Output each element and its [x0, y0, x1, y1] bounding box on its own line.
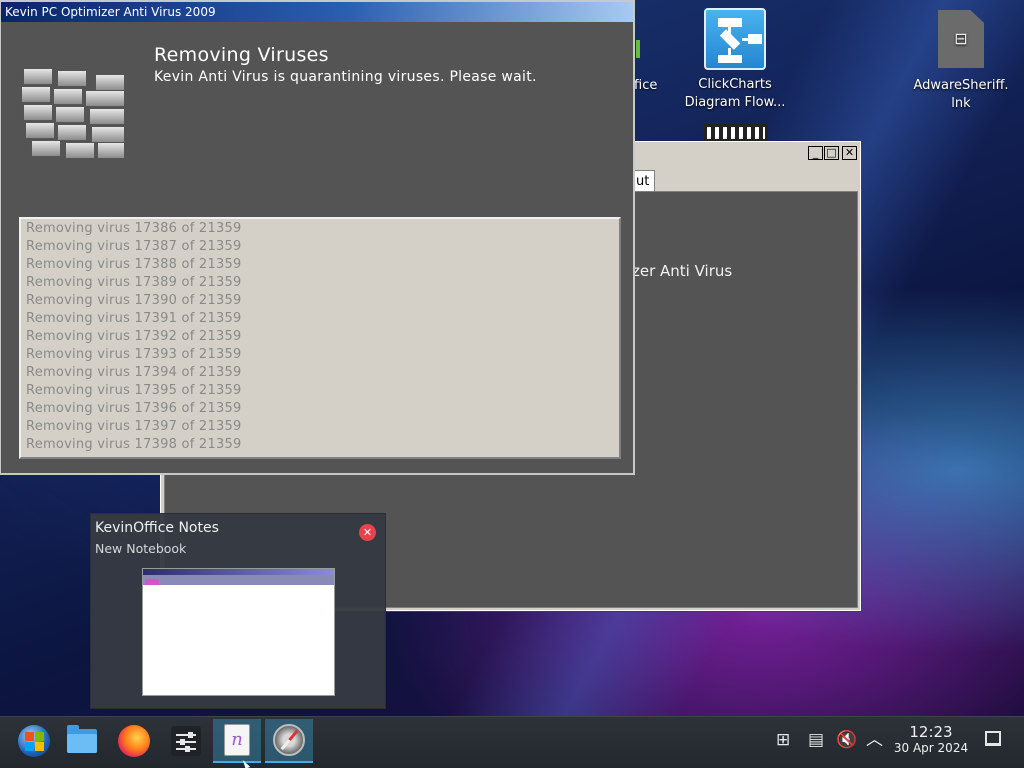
taskbar: n ⊞ ▤ 🔇 ︿ 12:23 30 Apr 2024 — [0, 716, 1024, 768]
chevron-up-icon[interactable]: ︿ — [866, 731, 883, 749]
log-line: Removing virus 17397 of 21359 — [26, 419, 242, 434]
preview-app-name: KevinOffice Notes — [95, 520, 219, 536]
notes-app-icon: n — [224, 724, 250, 756]
antivirus-window[interactable]: Kevin PC Optimizer Anti Virus 2009 Remov… — [0, 0, 635, 475]
log-line: Removing virus 17398 of 21359 — [26, 437, 242, 452]
volume-muted-icon[interactable]: 🔇 — [836, 731, 857, 749]
window-title[interactable]: Kevin PC Optimizer Anti Virus 2009 — [1, 2, 633, 22]
task-preview-popup[interactable]: KevinOffice Notes New Notebook ✕ — [90, 513, 386, 709]
desktop-icon-label: AdwareSheriff. — [913, 78, 1009, 93]
log-line: Removing virus 17396 of 21359 — [26, 401, 242, 416]
heading: Removing Viruses — [154, 44, 329, 66]
log-line: Removing virus 17395 of 21359 — [26, 383, 242, 398]
window-text: zer Anti Virus — [632, 262, 733, 280]
compass-icon — [273, 724, 305, 756]
windows-logo-icon — [18, 725, 50, 757]
log-line: Removing virus 17388 of 21359 — [26, 257, 242, 272]
firefox-icon — [118, 725, 150, 757]
flowchart-icon — [704, 8, 766, 70]
desktop-icon-adwaresheriff[interactable]: ⊟ AdwareSheriff. lnk — [912, 10, 1010, 113]
desktop-icon-label: ClickCharts — [698, 77, 772, 92]
taskbar-browser[interactable] — [265, 719, 313, 763]
clock-date: 30 Apr 2024 — [893, 741, 969, 755]
desktop-icon-clickcharts[interactable]: ClickCharts Diagram Flow... — [684, 8, 786, 112]
settings-sliders-icon — [171, 726, 201, 756]
shortcut-file-icon: ⊟ — [938, 10, 984, 68]
log-line: Removing virus 17386 of 21359 — [26, 221, 242, 236]
start-menu-button[interactable] — [10, 719, 58, 763]
show-desktop-icon[interactable] — [985, 731, 1001, 746]
log-line: Removing virus 17394 of 21359 — [26, 365, 242, 380]
removal-log[interactable]: Removing virus 17386 of 21359 Removing v… — [19, 217, 621, 459]
clipboard-icon[interactable]: ▤ — [808, 731, 824, 749]
clock-time: 12:23 — [909, 723, 953, 741]
tab-about[interactable]: ut — [633, 170, 655, 192]
desktop-icon-partial[interactable]: fice — [634, 77, 657, 95]
close-icon[interactable]: ✕ — [359, 524, 376, 541]
log-line: Removing virus 17392 of 21359 — [26, 329, 242, 344]
log-line: Removing virus 17389 of 21359 — [26, 275, 242, 290]
desktop-icon-label: lnk — [951, 96, 971, 111]
firewall-icon — [21, 68, 131, 160]
window-thumbnail[interactable] — [142, 568, 335, 696]
log-line: Removing virus 17390 of 21359 — [26, 293, 242, 308]
taskbar-firefox[interactable] — [110, 719, 158, 763]
folder-icon — [67, 725, 97, 753]
partial-app-icon — [636, 40, 640, 58]
desktop-icon-label: fice — [634, 78, 658, 93]
maximize-button[interactable]: □ — [824, 146, 839, 160]
log-line: Removing virus 17387 of 21359 — [26, 239, 242, 254]
taskbar-file-manager[interactable] — [58, 719, 106, 763]
log-line: Removing virus 17391 of 21359 — [26, 311, 242, 326]
log-line: Removing virus 17393 of 21359 — [26, 347, 242, 362]
video-file-icon[interactable] — [704, 124, 768, 142]
minimize-button[interactable]: _ — [808, 146, 823, 160]
clock[interactable]: 12:23 30 Apr 2024 — [888, 723, 974, 756]
desktop-icon-label: Diagram Flow... — [684, 95, 786, 110]
taskbar-kevinoffice-notes[interactable]: n — [213, 719, 261, 763]
close-button[interactable]: ✕ — [842, 146, 857, 160]
preview-window-title: New Notebook — [95, 541, 187, 556]
taskbar-system-settings[interactable] — [162, 719, 210, 763]
network-icon[interactable]: ⊞ — [776, 731, 790, 749]
status-message: Kevin Anti Virus is quarantining viruses… — [154, 69, 537, 85]
